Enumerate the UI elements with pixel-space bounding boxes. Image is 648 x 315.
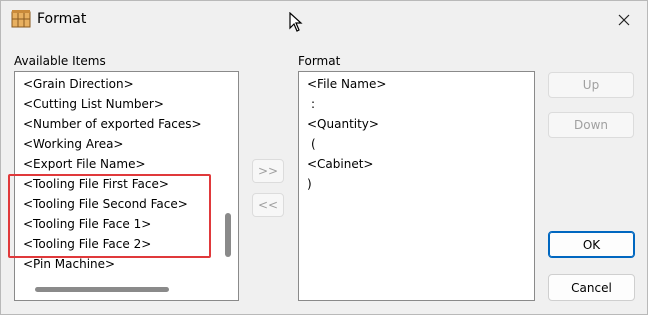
highlight-annotation <box>8 174 211 258</box>
list-item[interactable]: <Number of exported Faces> <box>23 117 202 131</box>
list-item[interactable]: <Export File Name> <box>23 157 146 171</box>
list-item[interactable]: <Quantity> <box>307 117 379 131</box>
vertical-scrollbar-thumb[interactable] <box>225 213 231 257</box>
list-item[interactable]: <Cabinet> <box>307 157 374 171</box>
close-button[interactable] <box>607 7 641 33</box>
down-button[interactable]: Down <box>548 112 634 138</box>
close-icon <box>618 14 630 26</box>
format-label: Format <box>298 54 341 68</box>
list-item[interactable]: <Working Area> <box>23 137 123 151</box>
list-item[interactable]: ) <box>307 177 312 191</box>
title-bar: Format <box>1 1 647 39</box>
list-item[interactable]: <Grain Direction> <box>23 77 134 91</box>
up-button[interactable]: Up <box>548 72 634 98</box>
list-item[interactable]: <Cutting List Number> <box>23 97 164 111</box>
list-item[interactable]: : <box>311 97 315 111</box>
format-dialog: Format Available Items <Grain Direction>… <box>0 0 648 315</box>
available-items-label: Available Items <box>14 54 106 68</box>
mouse-cursor-icon <box>289 11 303 32</box>
add-item-button[interactable]: >> <box>252 159 284 183</box>
list-item[interactable]: ( <box>311 137 316 151</box>
list-item[interactable]: <File Name> <box>307 77 386 91</box>
list-item[interactable]: <Pin Machine> <box>23 257 115 271</box>
format-list[interactable]: <File Name> : <Quantity> ( <Cabinet> ) <box>298 71 535 301</box>
horizontal-scrollbar-thumb[interactable] <box>35 287 169 292</box>
format-app-icon <box>11 10 31 28</box>
cancel-button[interactable]: Cancel <box>548 274 635 301</box>
remove-item-button[interactable]: << <box>252 193 284 217</box>
ok-button[interactable]: OK <box>548 231 635 258</box>
window-title: Format <box>37 11 87 27</box>
